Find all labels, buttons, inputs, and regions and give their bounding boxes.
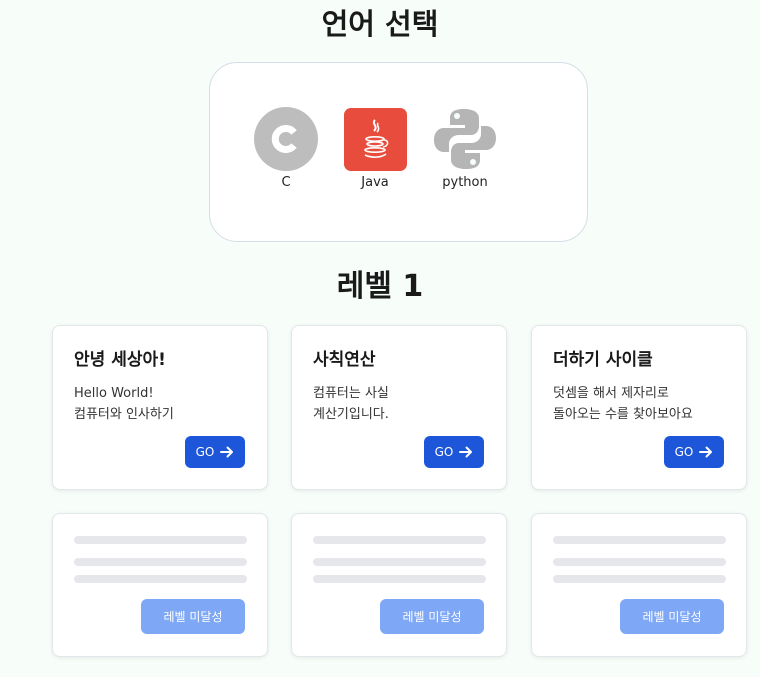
arrow-right-icon: [459, 446, 473, 458]
language-option-c[interactable]: C: [246, 107, 326, 191]
level-locked-button[interactable]: 레벨 미달성: [620, 599, 724, 634]
language-label-c: C: [281, 175, 291, 190]
language-option-java[interactable]: Java: [335, 107, 415, 191]
language-label-python: python: [442, 175, 488, 190]
language-label-java: Java: [361, 175, 389, 190]
arrow-right-icon: [220, 446, 234, 458]
lesson-description: 컴퓨터는 사실 계산기입니다.: [313, 383, 389, 425]
lesson-description-line: 컴퓨터는 사실: [313, 386, 389, 401]
go-button[interactable]: GO: [185, 436, 245, 468]
lesson-title: 사칙연산: [313, 350, 376, 370]
lesson-title: 안녕 세상아!: [74, 350, 166, 370]
locked-lesson-card: 레벨 미달성: [531, 513, 747, 657]
go-button-label: GO: [195, 445, 215, 459]
c-language-icon: [254, 107, 318, 171]
level-locked-button[interactable]: 레벨 미달성: [380, 599, 484, 634]
go-button[interactable]: GO: [424, 436, 484, 468]
locked-lesson-card: 레벨 미달성: [291, 513, 507, 657]
go-button-label: GO: [674, 445, 694, 459]
lesson-description-line: 계산기입니다.: [313, 407, 389, 422]
lesson-title: 더하기 사이클: [553, 350, 653, 370]
skeleton-line: [553, 575, 726, 583]
lesson-description: Hello World! 컴퓨터와 인사하기: [74, 383, 174, 425]
skeleton-line: [313, 558, 486, 566]
language-option-python[interactable]: python: [425, 107, 505, 191]
go-button-label: GO: [434, 445, 454, 459]
lesson-description-line: Hello World!: [74, 386, 154, 401]
python-snakes-icon: [433, 107, 497, 171]
level-title: 레벨 1: [336, 269, 424, 304]
arrow-right-icon: [699, 446, 713, 458]
lesson-description: 덧셈을 해서 제자리로 돌아오는 수를 찾아보아요: [553, 383, 693, 425]
skeleton-line: [553, 536, 726, 544]
skeleton-line: [313, 575, 486, 583]
java-coffee-icon: [343, 107, 407, 171]
locked-lesson-card: 레벨 미달성: [52, 513, 268, 657]
skeleton-line: [74, 575, 247, 583]
lesson-description-line: 덧셈을 해서 제자리로: [553, 386, 669, 401]
skeleton-line: [313, 536, 486, 544]
go-button[interactable]: GO: [664, 436, 724, 468]
level-locked-button[interactable]: 레벨 미달성: [141, 599, 245, 634]
skeleton-line: [74, 536, 247, 544]
language-select-title: 언어 선택: [321, 7, 439, 41]
lesson-description-line: 컴퓨터와 인사하기: [74, 407, 174, 422]
lesson-card-addition-cycle: 더하기 사이클 덧셈을 해서 제자리로 돌아오는 수를 찾아보아요 GO: [531, 325, 747, 490]
language-select-panel: C Java python: [209, 62, 588, 242]
lesson-description-line: 돌아오는 수를 찾아보아요: [553, 407, 693, 422]
skeleton-line: [74, 558, 247, 566]
lesson-card-hello-world: 안녕 세상아! Hello World! 컴퓨터와 인사하기 GO: [52, 325, 268, 490]
lesson-card-arithmetic: 사칙연산 컴퓨터는 사실 계산기입니다. GO: [291, 325, 507, 490]
skeleton-line: [553, 558, 726, 566]
